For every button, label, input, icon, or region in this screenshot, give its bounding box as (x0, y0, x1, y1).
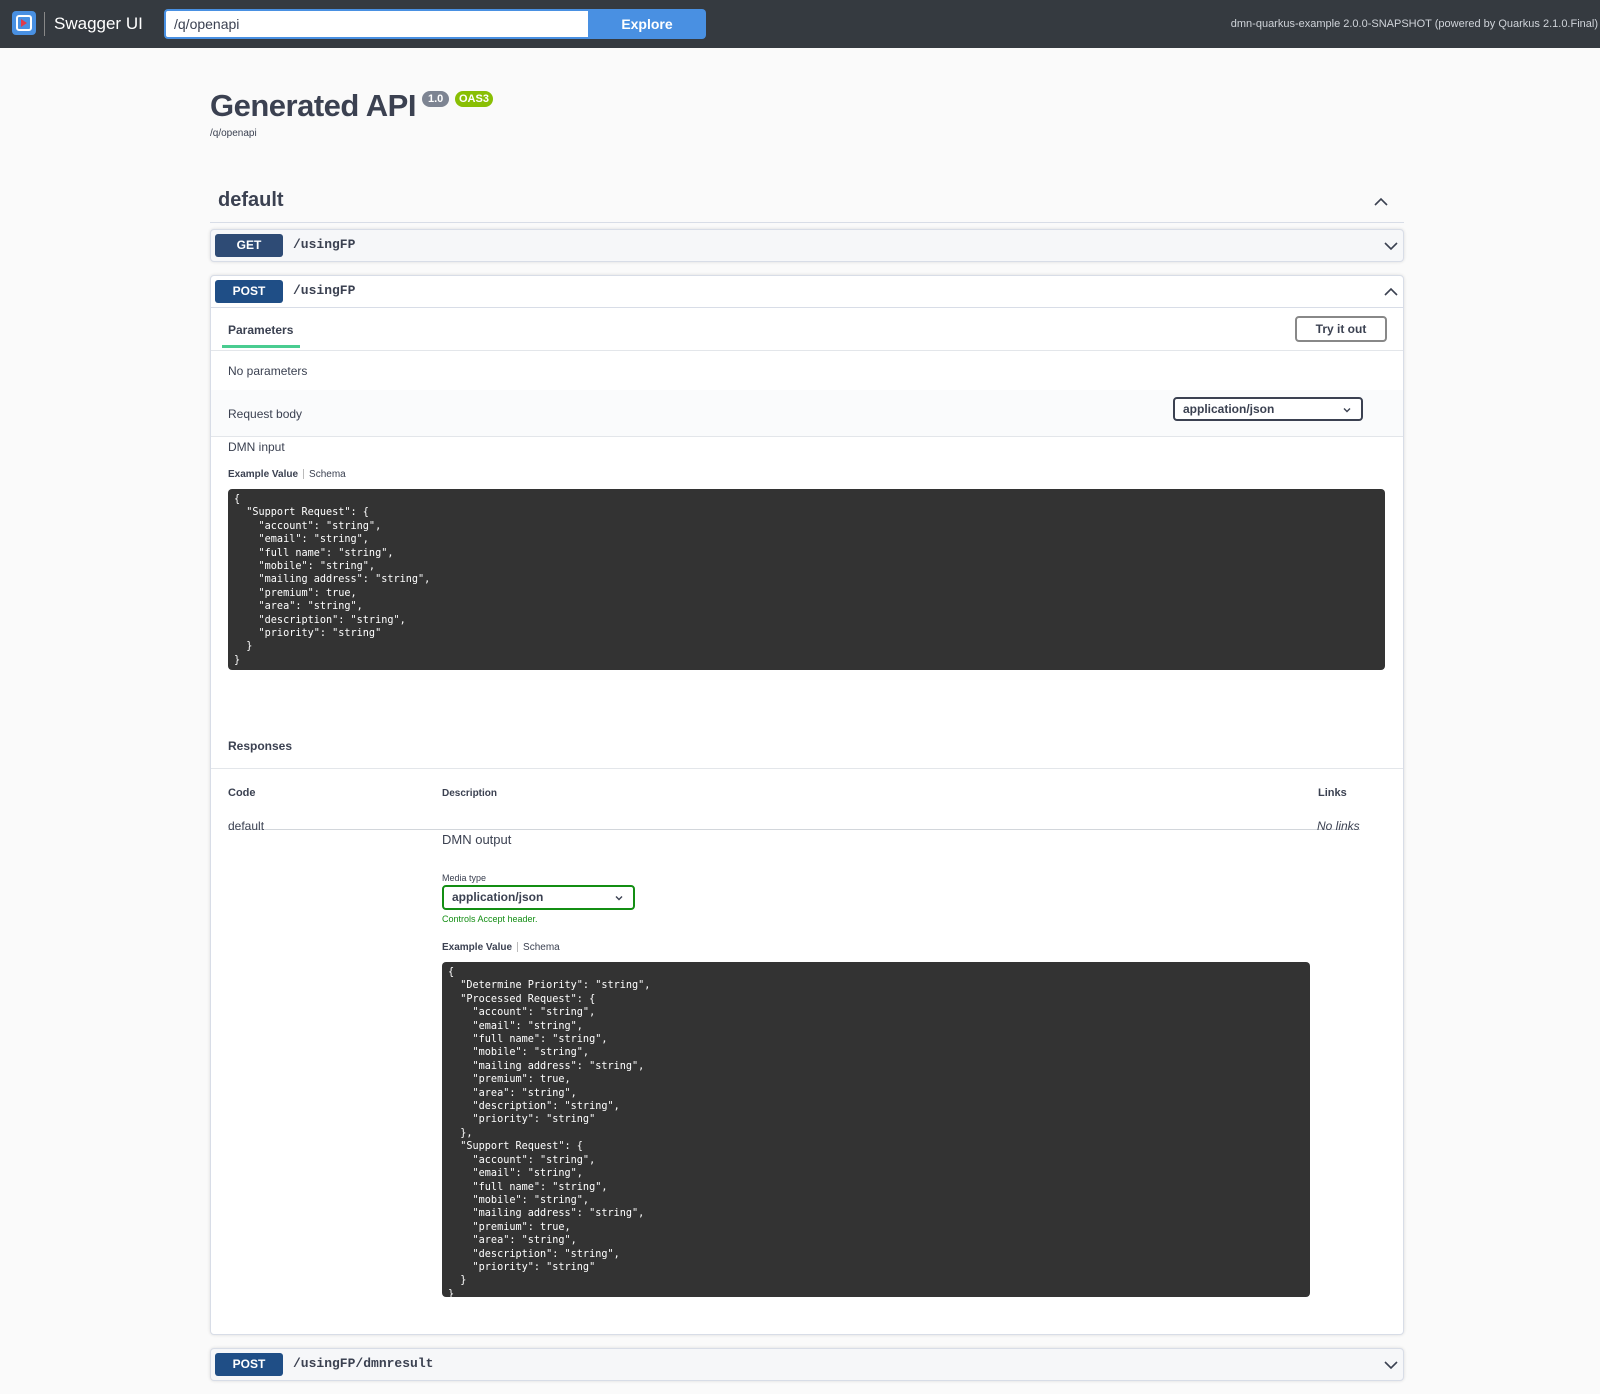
section-divider (211, 350, 1403, 351)
method-badge-post: POST (215, 1353, 283, 1376)
logo-divider (44, 12, 45, 36)
tab-example-value[interactable]: Example Value (442, 942, 512, 953)
spec-url-input[interactable] (164, 9, 588, 39)
operation-path: /usingFP/dmnresult (293, 1356, 434, 1371)
tag-header-default[interactable]: default (210, 180, 1404, 223)
operation-post-usingfp-dmnresult[interactable]: POST /usingFP/dmnresult (210, 1348, 1404, 1381)
body-description: DMN input (228, 440, 285, 454)
chevron-down-icon[interactable] (1383, 1357, 1399, 1373)
summary-divider (211, 307, 1403, 308)
version-text: dmn-quarkus-example 2.0.0-SNAPSHOT (powe… (1230, 18, 1598, 30)
tab-active-indicator (222, 345, 300, 348)
select-value: application/json (1183, 402, 1275, 416)
chevron-up-icon[interactable] (1373, 194, 1389, 210)
response-example-code: { "Determine Priority": "string", "Proce… (442, 962, 1310, 1297)
response-code: default (228, 819, 265, 833)
api-url[interactable]: /q/openapi (210, 128, 257, 139)
request-example-tabs: Example Value Schema (228, 469, 346, 480)
operation-path[interactable]: /usingFP (293, 283, 355, 298)
chevron-down-icon (615, 896, 623, 901)
request-body-label: Request body (228, 407, 303, 421)
select-value: application/json (452, 890, 544, 904)
media-type-label: Media type (442, 873, 487, 883)
method-badge-post[interactable]: POST (215, 280, 283, 303)
tag-name: default (218, 189, 284, 211)
operation-post-usingfp: POST /usingFP Parameters Try it out No p… (210, 275, 1404, 1335)
method-badge-get: GET (215, 234, 283, 257)
explore-button[interactable]: Explore (588, 9, 706, 39)
try-it-out-button[interactable]: Try it out (1295, 316, 1387, 342)
responses-header: Responses (211, 720, 1403, 769)
col-code: Code (228, 787, 256, 799)
request-content-type-select[interactable]: application/json (1173, 397, 1363, 421)
response-media-type-select[interactable]: application/json (442, 885, 635, 910)
operation-get-usingfp[interactable]: GET /usingFP (210, 229, 1404, 262)
controls-accept-note: Controls Accept header. (442, 914, 538, 924)
responses-table-divider (228, 829, 1360, 830)
operation-path: /usingFP (293, 237, 356, 252)
brand-name: Swagger UI (54, 14, 143, 33)
col-links: Links (1318, 787, 1347, 799)
chevron-down-icon[interactable] (1383, 238, 1399, 254)
chevron-up-icon[interactable] (1383, 284, 1399, 300)
swagger-logo-icon[interactable] (12, 11, 36, 35)
chevron-down-icon (1343, 408, 1351, 413)
version-badge: 1.0 (422, 91, 450, 107)
api-title: Generated API (210, 88, 416, 123)
tab-schema[interactable]: Schema (309, 469, 346, 480)
response-description: DMN output (442, 832, 512, 847)
topbar: Swagger UI Explore dmn-quarkus-example 2… (0, 0, 1600, 48)
no-links-text: No links (1317, 819, 1360, 833)
responses-title: Responses (228, 739, 293, 753)
request-body-header: Request body application/json (211, 390, 1403, 437)
response-example-tabs: Example Value Schema (442, 942, 560, 953)
no-parameters-text: No parameters (228, 364, 308, 378)
col-description: Description (442, 788, 498, 799)
tab-example-value[interactable]: Example Value (228, 469, 298, 480)
oas-badge: OAS3 (455, 91, 493, 107)
tab-schema[interactable]: Schema (523, 942, 560, 953)
tab-parameters[interactable]: Parameters (228, 323, 293, 337)
request-example-code: { "Support Request": { "account": "strin… (228, 489, 1385, 670)
